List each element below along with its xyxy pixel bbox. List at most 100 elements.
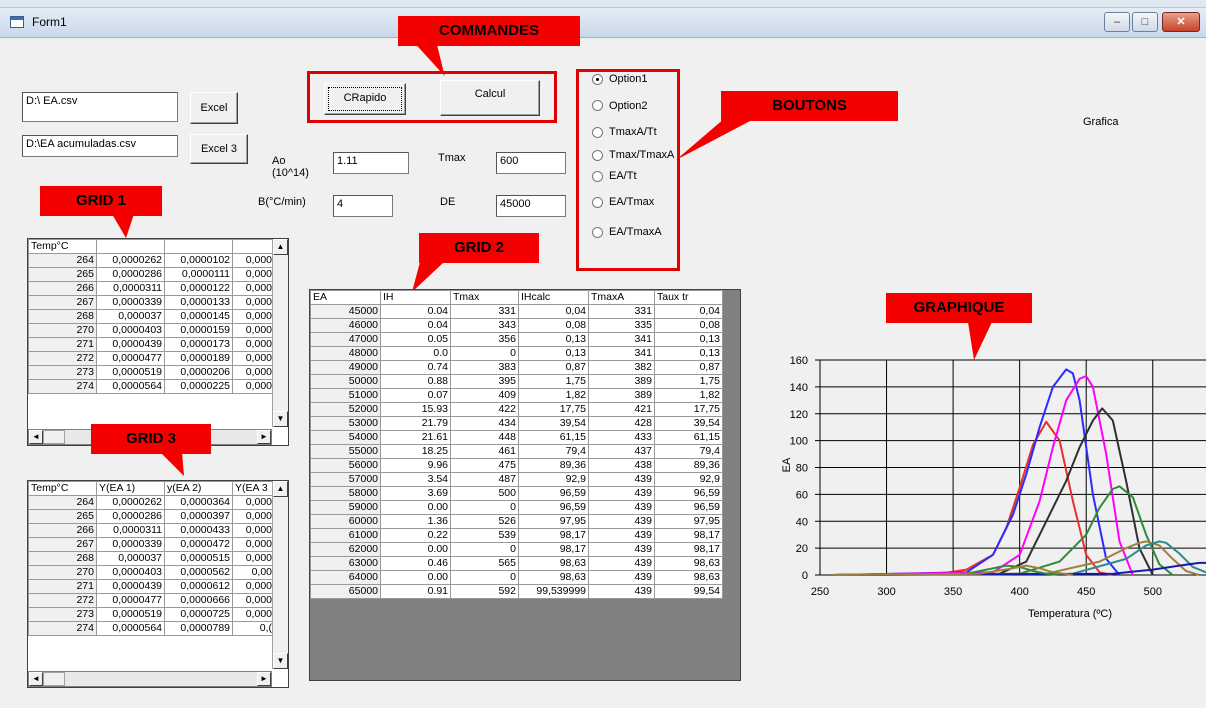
table-cell[interactable]: 0,0000519 [96, 365, 165, 380]
table-cell[interactable]: 61,15 [518, 430, 589, 445]
table-cell[interactable]: 0 [450, 542, 519, 557]
table-cell[interactable]: 0,0000145 [164, 309, 233, 324]
row-header-cell[interactable]: 271 [28, 579, 97, 594]
table-cell[interactable]: 0 [450, 500, 519, 515]
grid-3[interactable]: Temp°C Y(EA 1) y(EA 2) Y(EA 3 264 0,0000262 0,… [27, 480, 289, 688]
table-cell[interactable]: 0.00 [380, 542, 451, 557]
table-cell[interactable]: 0,04 [654, 304, 723, 319]
table-cell[interactable]: 0,0000397 [164, 509, 233, 524]
table-cell[interactable]: 389 [588, 374, 655, 389]
table-cell[interactable]: 433 [588, 430, 655, 445]
scroll-down-icon[interactable]: ▼ [273, 411, 288, 427]
tmax-input[interactable]: 600 [496, 152, 566, 174]
table-cell[interactable]: 389 [588, 388, 655, 403]
table-cell[interactable]: 428 [588, 416, 655, 431]
table-cell[interactable]: 0,0000311 [96, 523, 165, 538]
table-cell[interactable]: 0,0000102 [164, 253, 233, 268]
row-header-cell[interactable]: 64000 [310, 570, 381, 585]
table-row[interactable]: 274 0,0000564 0,0000225 0,000 [28, 379, 275, 394]
table-cell[interactable]: 0,87 [654, 360, 723, 375]
table-cell[interactable]: 61,15 [654, 430, 723, 445]
table-cell[interactable]: 92,9 [518, 472, 589, 487]
grid-3-horizontal-scrollbar[interactable]: ◄ ► [28, 671, 272, 687]
row-header-cell[interactable]: 61000 [310, 528, 381, 543]
table-cell[interactable]: 439 [588, 486, 655, 501]
ao-input[interactable]: 1.11 [333, 152, 409, 174]
table-row[interactable]: 47000 0.05 356 0,13 341 0,13 [310, 332, 723, 347]
table-cell[interactable]: 0,0000189 [164, 351, 233, 366]
table-row[interactable]: 46000 0.04 343 0,08 335 0,08 [310, 318, 723, 333]
table-cell[interactable]: 0,0000564 [96, 621, 165, 636]
table-cell[interactable]: 39,54 [518, 416, 589, 431]
table-cell[interactable]: 421 [588, 402, 655, 417]
row-header-cell[interactable]: 56000 [310, 458, 381, 473]
table-row[interactable]: 54000 21.61 448 61,15 433 61,15 [310, 430, 723, 445]
table-cell[interactable]: 0,000 [232, 365, 275, 380]
table-cell[interactable]: 0,0000206 [164, 365, 233, 380]
table-cell[interactable]: 0,0000666 [164, 593, 233, 608]
table-cell[interactable]: 0,0000364 [164, 495, 233, 510]
table-cell[interactable]: 0,0000612 [164, 579, 233, 594]
table-cell[interactable]: 79,4 [654, 444, 723, 459]
table-row[interactable]: 59000 0.00 0 96,59 439 96,59 [310, 500, 723, 515]
title-bar[interactable] [0, 8, 1206, 38]
table-cell[interactable]: 409 [450, 388, 519, 403]
table-row[interactable]: 52000 15.93 422 17,75 421 17,75 [310, 402, 723, 417]
table-cell[interactable]: 439 [588, 556, 655, 571]
table-cell[interactable]: 0,0000439 [96, 579, 165, 594]
option-ea-tt[interactable]: EA/Tt [592, 165, 678, 187]
table-row[interactable]: 57000 3.54 487 92,9 439 92,9 [310, 472, 723, 487]
column-header[interactable]: TmaxA [588, 290, 655, 305]
column-header[interactable] [96, 239, 165, 254]
table-cell[interactable]: 0.91 [380, 584, 451, 599]
row-header-cell[interactable]: 47000 [310, 332, 381, 347]
table-cell[interactable]: 0,0000122 [164, 281, 233, 296]
table-cell[interactable]: 0,0000286 [96, 267, 165, 282]
heating-rate-input[interactable]: 4 [333, 195, 393, 217]
scroll-down-icon[interactable]: ▼ [273, 653, 288, 669]
grid-3-vertical-scrollbar[interactable]: ▲ ▼ [272, 481, 288, 669]
table-row[interactable]: 49000 0.74 383 0,87 382 0,87 [310, 360, 723, 375]
table-cell[interactable]: 89,36 [518, 458, 589, 473]
table-row[interactable]: 274 0,0000564 0,0000789 0,( [28, 621, 275, 636]
table-row[interactable]: 51000 0.07 409 1,82 389 1,82 [310, 388, 723, 403]
table-cell[interactable]: 439 [588, 514, 655, 529]
row-header-cell[interactable]: 51000 [310, 388, 381, 403]
table-row[interactable]: 266 0,0000311 0,0000122 0,000 [28, 281, 275, 296]
table-cell[interactable]: 0,0000562 [164, 565, 233, 580]
table-cell[interactable]: 422 [450, 402, 519, 417]
table-cell[interactable]: 0 [450, 570, 519, 585]
table-cell[interactable]: 438 [588, 458, 655, 473]
column-header[interactable]: Temp°C [28, 239, 97, 254]
table-cell[interactable]: 21.61 [380, 430, 451, 445]
table-row[interactable]: 264 0,0000262 0,0000102 0,000 [28, 253, 275, 268]
table-cell[interactable]: 1.36 [380, 514, 451, 529]
row-header-cell[interactable]: 268 [28, 309, 97, 324]
table-row[interactable]: 270 0,0000403 0,0000159 0,000 [28, 323, 275, 338]
close-button[interactable]: ✕ [1162, 12, 1200, 32]
table-row[interactable]: 48000 0.0 0 0,13 341 0,13 [310, 346, 723, 361]
row-header-cell[interactable]: 62000 [310, 542, 381, 557]
table-row[interactable]: 58000 3.69 500 96,59 439 96,59 [310, 486, 723, 501]
table-cell[interactable]: 98,17 [518, 542, 589, 557]
table-cell[interactable]: 434 [450, 416, 519, 431]
table-row[interactable]: 264 0,0000262 0,0000364 0,000 [28, 495, 275, 510]
table-cell[interactable]: 0.46 [380, 556, 451, 571]
table-cell[interactable]: 97,95 [654, 514, 723, 529]
row-header-cell[interactable]: 53000 [310, 416, 381, 431]
table-cell[interactable]: 439 [588, 584, 655, 599]
crapido-button[interactable]: CRapido [324, 83, 406, 115]
table-cell[interactable]: 0,0000403 [96, 565, 165, 580]
column-header[interactable]: Taux tr [654, 290, 723, 305]
table-cell[interactable]: 439 [588, 542, 655, 557]
table-cell[interactable]: 0.04 [380, 304, 451, 319]
table-cell[interactable]: 0,000 [232, 309, 275, 324]
row-header-cell[interactable]: 52000 [310, 402, 381, 417]
table-cell[interactable]: 331 [450, 304, 519, 319]
option-option1[interactable]: Option1 [592, 66, 678, 92]
radio-icon[interactable] [592, 170, 603, 182]
table-row[interactable]: 273 0,0000519 0,0000206 0,000 [28, 365, 275, 380]
table-cell[interactable]: 0,00 [232, 565, 275, 580]
excel-button[interactable]: Excel [190, 92, 238, 124]
table-row[interactable]: 266 0,0000311 0,0000433 0,000 [28, 523, 275, 538]
